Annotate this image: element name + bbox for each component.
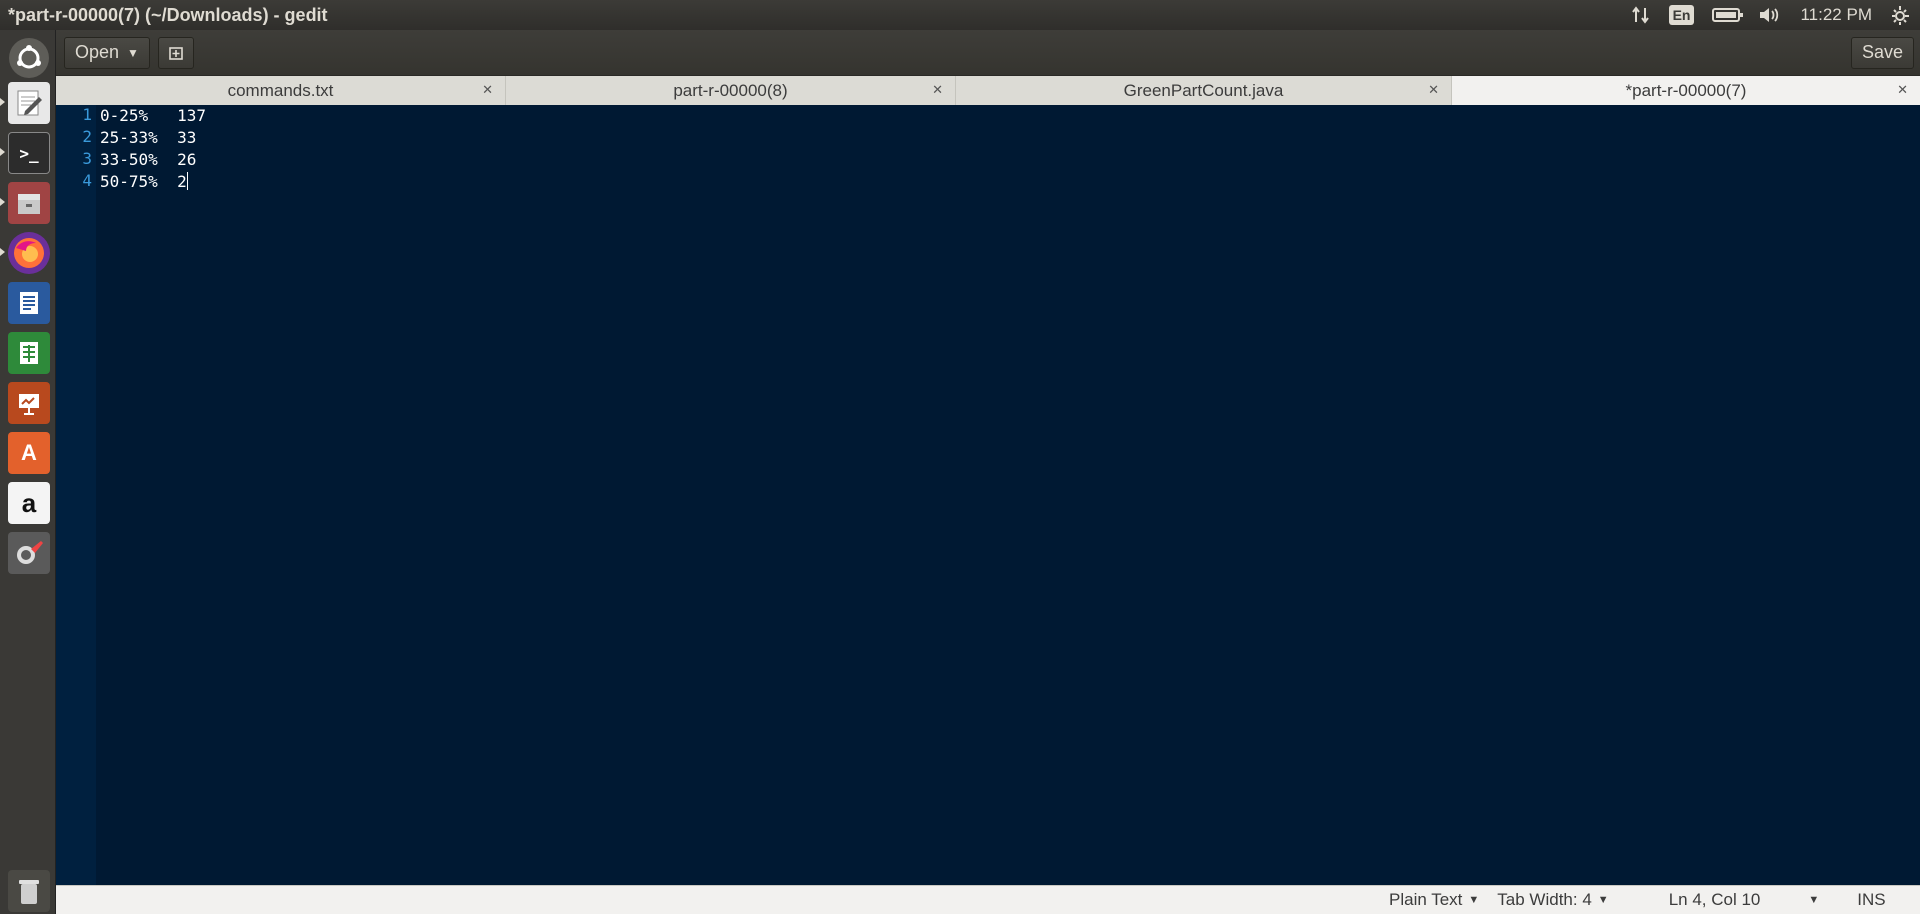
text-line[interactable]: 50-75% 2 [100, 171, 188, 193]
line-number: 2 [82, 127, 92, 146]
chevron-down-icon: ▼ [1468, 894, 1480, 906]
new-document-button[interactable] [157, 36, 194, 69]
close-icon[interactable]: ✕ [1428, 82, 1439, 98]
tab-width-selector[interactable]: Tab Width: 4 ▼ [1497, 890, 1608, 910]
battery-icon[interactable] [1712, 8, 1744, 22]
tab-part-r-00000-7[interactable]: *part-r-00000(7) ✕ [1452, 76, 1920, 105]
line-number: 1 [82, 105, 92, 124]
writer-icon[interactable] [8, 282, 50, 324]
editor[interactable]: 1 2 3 4 0-25% 137 25-33% 33 33-50% 26 50… [56, 105, 1920, 885]
top-panel: *part-r-00000(7) (~/Downloads) - gedit E… [0, 0, 1920, 30]
close-icon[interactable]: ✕ [482, 82, 493, 98]
close-icon[interactable]: ✕ [932, 82, 943, 98]
window-title: *part-r-00000(7) (~/Downloads) - gedit [8, 4, 328, 25]
line-text: 33-50% 26 [100, 150, 197, 169]
text-line[interactable]: 33-50% 26 [100, 149, 196, 171]
firefox-icon[interactable] [8, 232, 50, 274]
text-cursor [186, 172, 188, 190]
line-text: 0-25% 137 [100, 106, 206, 125]
line-number-gutter: 1 2 3 4 [56, 105, 96, 885]
chevron-down-icon: ▼ [1808, 894, 1820, 906]
new-tab-icon [169, 46, 183, 60]
status-bar: Plain Text ▼ Tab Width: 4 ▼ Ln 4, Col 10… [56, 885, 1920, 914]
cursor-position-label: Ln 4, Col 10 [1668, 890, 1761, 909]
files-icon[interactable] [8, 182, 50, 224]
calc-icon[interactable] [8, 332, 50, 374]
open-button[interactable]: Open ▼ [64, 36, 150, 69]
tab-width-label: Tab Width: 4 [1497, 890, 1592, 909]
tab-label: part-r-00000(8) [673, 80, 788, 100]
launcher-active-pip [0, 148, 5, 156]
toolbar: Open ▼ Save [56, 30, 1920, 76]
tab-greenpartcount-java[interactable]: GreenPartCount.java ✕ [956, 76, 1452, 105]
tab-part-r-00000-8[interactable]: part-r-00000(8) ✕ [506, 76, 956, 105]
text-line[interactable]: 25-33% 33 [100, 127, 196, 149]
clock[interactable]: 11:22 PM [1800, 5, 1872, 25]
text-line[interactable]: 0-25% 137 [100, 105, 206, 127]
system-gear-icon[interactable] [1890, 5, 1910, 25]
tab-label: *part-r-00000(7) [1625, 80, 1747, 100]
line-number: 4 [82, 171, 92, 190]
document-tabs: commands.txt ✕ part-r-00000(8) ✕ GreenPa… [56, 76, 1920, 105]
chevron-down-icon: ▼ [1597, 894, 1609, 906]
text-editor-icon[interactable] [8, 82, 50, 124]
tab-label: GreenPartCount.java [1123, 80, 1284, 100]
chevron-down-icon: ▼ [127, 45, 139, 60]
open-button-label: Open [75, 42, 120, 62]
volume-icon[interactable] [1758, 5, 1782, 25]
launcher: >_ A a [0, 30, 56, 914]
tab-label: commands.txt [227, 80, 334, 100]
cursor-position-selector[interactable]: Ln 4, Col 10 ▼ [1669, 890, 1820, 910]
language-label: Plain Text [1389, 890, 1463, 909]
system-settings-icon[interactable] [8, 532, 50, 574]
save-button-label: Save [1861, 42, 1903, 62]
trash-icon[interactable] [8, 870, 50, 912]
amazon-icon[interactable]: a [8, 482, 50, 524]
line-number: 3 [82, 149, 92, 168]
launcher-active-pip [0, 248, 5, 256]
network-icon[interactable] [1631, 5, 1651, 25]
line-text: 25-33% 33 [100, 128, 197, 147]
save-button[interactable]: Save [1850, 36, 1914, 69]
launcher-active-pip [0, 198, 5, 206]
keyboard-layout-label: En [1668, 5, 1695, 25]
launcher-active-pip [0, 98, 5, 106]
keyboard-layout-indicator[interactable]: En [1668, 5, 1695, 25]
close-icon[interactable]: ✕ [1897, 82, 1908, 98]
software-center-icon[interactable]: A [8, 432, 50, 474]
language-selector[interactable]: Plain Text ▼ [1389, 890, 1479, 910]
dash-home-icon[interactable] [9, 38, 49, 78]
tab-commands-txt[interactable]: commands.txt ✕ [56, 76, 506, 105]
line-text: 50-75% 2 [100, 172, 187, 191]
insert-mode-label: INS [1857, 890, 1886, 909]
impress-icon[interactable] [8, 382, 50, 424]
terminal-icon[interactable]: >_ [8, 132, 50, 174]
indicator-area: En 11:22 PM [1631, 5, 1920, 25]
insert-mode-indicator: INS [1857, 890, 1885, 910]
